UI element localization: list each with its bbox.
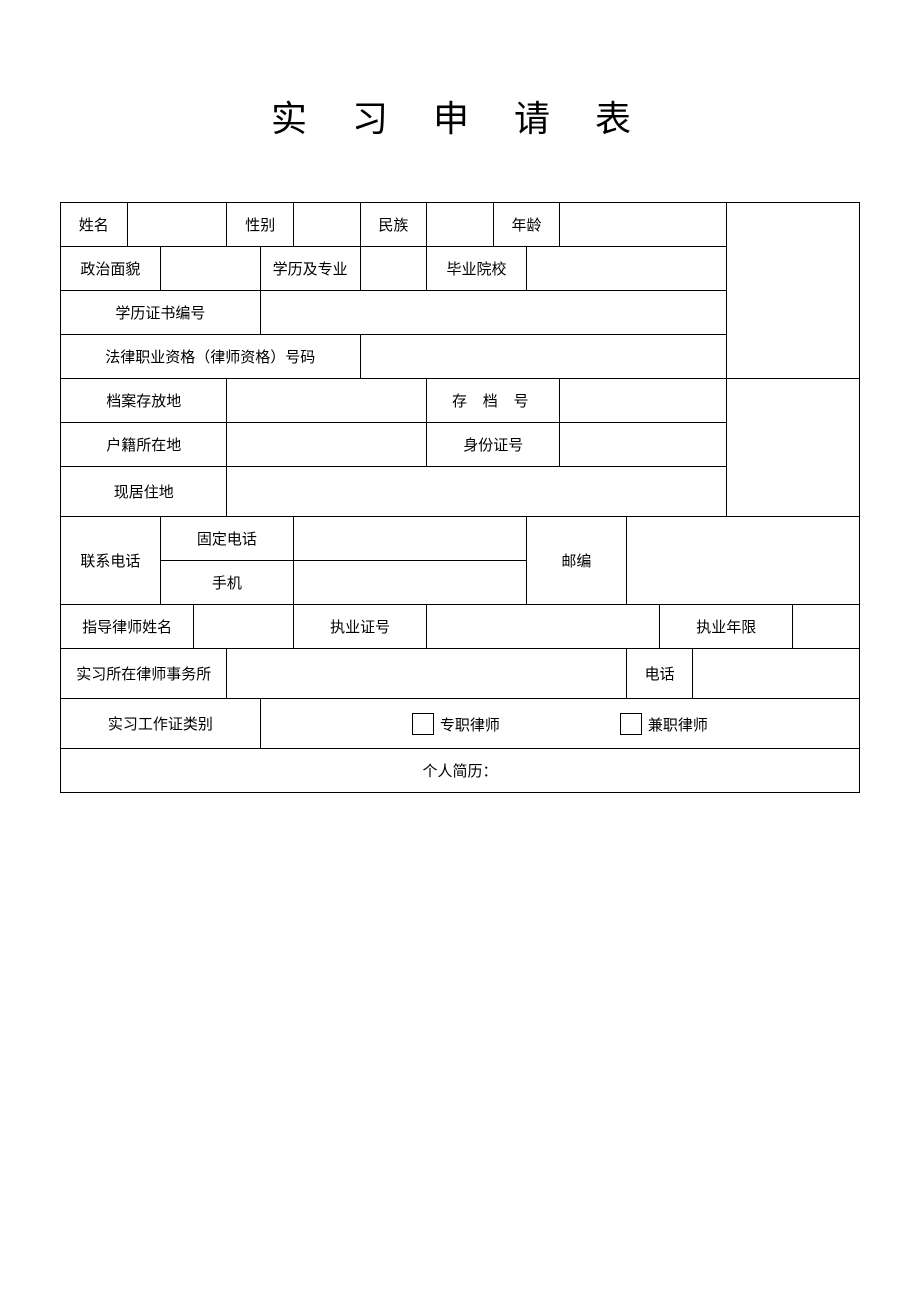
blank-right-cell	[726, 379, 859, 517]
label-education: 学历及专业	[260, 247, 360, 291]
value-license-no[interactable]	[427, 605, 660, 649]
checkbox-icon	[412, 713, 434, 735]
value-name[interactable]	[127, 203, 227, 247]
label-school: 毕业院校	[427, 247, 527, 291]
value-mobile[interactable]	[294, 561, 527, 605]
label-mobile: 手机	[160, 561, 293, 605]
checkbox-parttime[interactable]: 兼职律师	[620, 713, 708, 735]
label-license-no: 执业证号	[294, 605, 427, 649]
checkbox-fulltime-label: 专职律师	[440, 714, 500, 735]
label-legal-qual-no: 法律职业资格（律师资格）号码	[61, 335, 361, 379]
label-archive-loc: 档案存放地	[61, 379, 227, 423]
label-mentor-name: 指导律师姓名	[61, 605, 194, 649]
label-practice-years: 执业年限	[660, 605, 793, 649]
label-residence: 现居住地	[61, 467, 227, 517]
page-title: 实 习 申 请 表	[60, 90, 860, 142]
value-hukou-loc[interactable]	[227, 423, 427, 467]
label-cert-type: 实习工作证类别	[61, 699, 261, 749]
value-diploma-no[interactable]	[260, 291, 726, 335]
photo-cell[interactable]	[726, 203, 859, 379]
label-gender: 性别	[227, 203, 294, 247]
label-contact: 联系电话	[61, 517, 161, 605]
label-phone: 电话	[626, 649, 693, 699]
resume-cell[interactable]: 个人简历：	[61, 749, 860, 793]
label-firm: 实习所在律师事务所	[61, 649, 227, 699]
label-diploma-no: 学历证书编号	[61, 291, 261, 335]
value-legal-qual-no[interactable]	[360, 335, 726, 379]
value-political[interactable]	[160, 247, 260, 291]
value-practice-years[interactable]	[793, 605, 860, 649]
application-form-table: 姓名 性别 民族 年龄 政治面貌 学历及专业 毕业院校 学历证书编号 法律职业资…	[60, 202, 860, 793]
checkbox-icon	[620, 713, 642, 735]
value-mentor-name[interactable]	[194, 605, 294, 649]
label-hukou-loc: 户籍所在地	[61, 423, 227, 467]
value-archive-no[interactable]	[560, 379, 726, 423]
checkbox-parttime-label: 兼职律师	[648, 714, 708, 735]
label-age: 年龄	[493, 203, 560, 247]
value-education[interactable]	[360, 247, 427, 291]
label-landline: 固定电话	[160, 517, 293, 561]
label-postcode: 邮编	[526, 517, 626, 605]
value-gender[interactable]	[294, 203, 361, 247]
label-resume: 个人简历：	[422, 764, 497, 780]
value-residence[interactable]	[227, 467, 726, 517]
value-age[interactable]	[560, 203, 726, 247]
value-archive-loc[interactable]	[227, 379, 427, 423]
label-name: 姓名	[61, 203, 128, 247]
value-firm[interactable]	[227, 649, 626, 699]
value-landline[interactable]	[294, 517, 527, 561]
checkbox-fulltime[interactable]: 专职律师	[412, 713, 500, 735]
value-school[interactable]	[526, 247, 726, 291]
label-ethnicity: 民族	[360, 203, 427, 247]
value-ethnicity[interactable]	[427, 203, 494, 247]
value-postcode[interactable]	[626, 517, 859, 605]
label-political: 政治面貌	[61, 247, 161, 291]
value-cert-type: 专职律师 兼职律师	[260, 699, 859, 749]
label-archive-no: 存 档 号	[427, 379, 560, 423]
label-id-no: 身份证号	[427, 423, 560, 467]
value-firm-phone[interactable]	[693, 649, 860, 699]
value-id-no[interactable]	[560, 423, 726, 467]
